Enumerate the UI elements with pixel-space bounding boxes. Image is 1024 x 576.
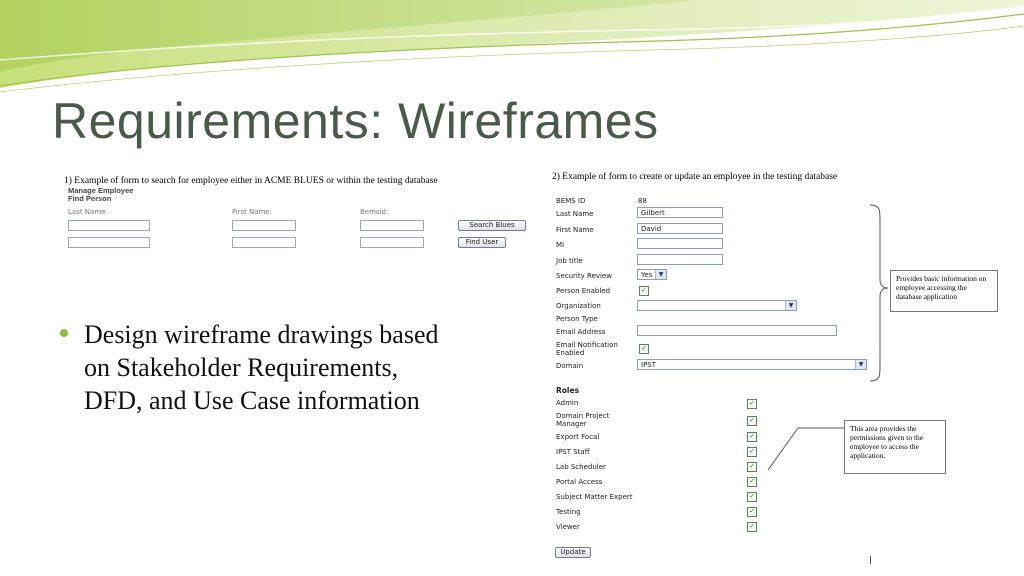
role-checkbox-ipst-staff[interactable]: ✓ [747,447,757,457]
first-name-input[interactable] [232,220,296,231]
bems-id-value: 88 [638,197,647,205]
first-name-field[interactable]: David [637,223,723,234]
basic-info-note: Provides basic information on employee a… [890,270,998,312]
employee-form-wireframe: 2) Example of form to create or update a… [550,170,1024,576]
mi-label: MI [556,241,565,249]
security-review-select[interactable]: Yes ▼ [637,269,667,280]
role-label-portal-access: Portal Access [556,478,603,486]
role-checkbox-viewer[interactable]: ✓ [747,522,757,532]
role-checkbox-admin[interactable]: ✓ [747,399,757,409]
find-user-button[interactable]: Find User [458,237,506,248]
role-label-lab-scheduler: Lab Scheduler [556,463,606,471]
job-title-field[interactable] [637,254,723,265]
role-label-subject-matter-expert: Subject Matter Expert [556,493,633,501]
email-address-label: Email Address [556,328,606,336]
bullet-text: Design wireframe drawings based on Stake… [84,320,439,415]
security-review-label: Security Review [556,272,612,280]
first-name-label: First Name [556,226,594,234]
domain-select[interactable]: IPST ▼ [637,359,867,370]
role-label-viewer: Viewer [556,523,580,531]
domain-value: IPST [641,361,657,369]
person-enabled-checkbox[interactable]: ✓ [639,286,649,296]
first-name-label: First Name: [232,208,272,216]
domain-label: Domain [556,362,584,370]
last-name-input-2[interactable] [68,237,150,248]
job-title-label: Job title [556,257,583,265]
bullet-point: Design wireframe drawings based on Stake… [60,318,454,417]
chevron-down-icon: ▼ [855,360,866,369]
email-notification-checkbox[interactable]: ✓ [639,344,649,354]
role-checkbox-lab-scheduler[interactable]: ✓ [747,462,757,472]
role-label-domain-project-manager: Domain Project Manager [556,412,610,428]
update-button[interactable]: Update [555,547,591,558]
last-name-label: Last Name [556,210,594,218]
basic-info-bracket [869,204,889,382]
mi-field[interactable] [637,238,723,249]
role-label-testing: Testing [556,508,581,516]
roles-callout-line [767,427,844,471]
bemsid-input[interactable] [360,220,424,231]
organization-select[interactable]: ▼ [637,300,797,311]
last-name-label: Last Name [68,208,106,216]
organization-label: Organization [556,302,601,310]
search-wireframe-caption: 1) Example of form to search for employe… [64,176,438,186]
first-name-input-2[interactable] [232,237,296,248]
bemsid-input-2[interactable] [360,237,424,248]
role-checkbox-subject-matter-expert[interactable]: ✓ [747,492,757,502]
role-label-admin: Admin [556,399,579,407]
divider-tick [870,556,871,564]
chevron-down-icon: ▼ [655,270,666,279]
search-blues-button[interactable]: Search Blues [458,220,526,231]
role-label-ipst-staff: IPST Staff [556,448,590,456]
person-type-label: Person Type [556,315,598,323]
last-name-field[interactable]: Gilbert [637,207,723,218]
search-wireframe: 1) Example of form to search for employe… [64,174,534,264]
bemsid-label: Bemsid: [360,208,389,216]
role-checkbox-domain-project-manager[interactable]: ✓ [747,416,757,426]
bems-id-label: BEMS ID [556,197,586,205]
roles-heading: Roles [556,386,580,395]
chevron-down-icon: ▼ [785,301,796,310]
security-review-value: Yes [641,271,653,279]
person-enabled-label: Person Enabled [556,287,611,295]
employee-form-caption: 2) Example of form to create or update a… [552,172,838,182]
last-name-input[interactable] [68,220,150,231]
email-notification-label: Email Notification Enabled [556,341,618,357]
email-address-field[interactable] [637,325,837,336]
bullet-dot-icon [60,329,68,337]
roles-note: This area provides the permissions given… [844,420,946,474]
slide-title: Requirements: Wireframes [52,93,659,149]
role-checkbox-export-focal[interactable]: ✓ [747,432,757,442]
role-checkbox-testing[interactable]: ✓ [747,507,757,517]
role-label-export-focal: Export Focal [556,433,600,441]
search-form-heading: Manage Employee Find Person [68,187,133,203]
find-person-heading: Find Person [68,194,112,203]
role-checkbox-portal-access[interactable]: ✓ [747,477,757,487]
